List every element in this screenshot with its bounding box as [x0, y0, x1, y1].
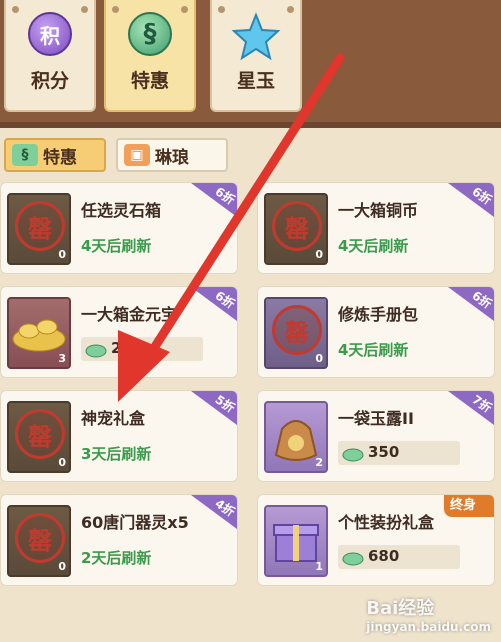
gold-ingot-icon — [12, 319, 66, 352]
item-thumbnail: 3 — [7, 297, 71, 369]
bolt-icon — [12, 6, 19, 13]
discount-badge: 6折 — [191, 287, 237, 321]
refresh-timer: 4天后刷新 — [81, 237, 152, 255]
discount-badge: 5折 — [191, 391, 237, 425]
subtab-special-offer-label: 特惠 — [43, 147, 77, 168]
shop-item-card[interactable]: 罄 0 一大箱铜币 4天后刷新 6折 — [257, 182, 495, 274]
item-thumbnail: 罄 0 — [264, 193, 328, 265]
price-value: 25 — [111, 339, 132, 357]
subtab-linlang-label: 琳琅 — [155, 147, 189, 168]
item-thumbnail: 罄 0 — [7, 401, 71, 473]
item-thumbnail: 罄 0 — [264, 297, 328, 369]
price-tag: 350 — [338, 441, 460, 465]
dragon-badge-icon: § — [128, 12, 172, 56]
refresh-timer: 4天后刷新 — [338, 341, 409, 359]
lifetime-badge: 终身 — [444, 495, 494, 517]
tab-points[interactable]: 积 积分 — [4, 0, 96, 112]
jade-currency-icon — [342, 547, 364, 567]
shop-item-card[interactable]: 罄 0 神宠礼盒 3天后刷新 5折 — [0, 390, 238, 482]
shop-item-card[interactable]: 3 一大箱金元宝 25 6折 — [0, 286, 238, 378]
item-count: 0 — [58, 456, 66, 469]
item-title: 任选灵石箱 — [81, 201, 162, 220]
item-title: 修炼手册包 — [338, 305, 419, 324]
item-count: 0 — [58, 248, 66, 261]
item-title: 个性装扮礼盒 — [338, 513, 435, 532]
shop-item-card[interactable]: 罄 0 任选灵石箱 4天后刷新 6折 — [0, 182, 238, 274]
star-jade-icon — [231, 12, 281, 62]
bolt-icon — [112, 6, 119, 13]
item-thumbnail: 罄 0 — [7, 193, 71, 265]
shop-item-card[interactable]: 2 一袋玉露II 350 7折 — [257, 390, 495, 482]
sold-out-stamp-icon: 罄 — [15, 201, 65, 251]
sold-out-stamp-icon: 罄 — [272, 305, 322, 355]
sold-out-stamp-icon: 罄 — [15, 409, 65, 459]
item-title: 一袋玉露II — [338, 409, 414, 428]
shop-item-card[interactable]: 罄 0 修炼手册包 4天后刷新 6折 — [257, 286, 495, 378]
refresh-timer: 3天后刷新 — [81, 445, 152, 463]
refresh-timer: 2天后刷新 — [81, 549, 152, 567]
jade-currency-icon — [85, 339, 107, 359]
bolt-icon — [287, 6, 294, 13]
subtab-special-offer[interactable]: § 特惠 — [4, 138, 106, 172]
watermark: Bai经验 jingyan.baidu.com — [366, 598, 491, 634]
item-thumbnail: 罄 0 — [7, 505, 71, 577]
shop-item-card[interactable]: 1 个性装扮礼盒 680 终身 — [257, 494, 495, 586]
bolt-icon — [181, 6, 188, 13]
dragon-small-icon: § — [12, 144, 38, 166]
item-count: 0 — [58, 560, 66, 573]
item-title: 神宠礼盒 — [81, 409, 146, 428]
tab-star-jade[interactable]: 星玉 — [210, 0, 302, 112]
subtab-linlang[interactable]: ▣ 琳琅 — [116, 138, 228, 172]
points-coin-icon: 积 — [28, 12, 72, 56]
item-count: 3 — [58, 352, 66, 365]
sold-out-stamp-icon: 罄 — [15, 513, 65, 563]
item-count: 0 — [315, 352, 323, 365]
discount-badge: 4折 — [191, 495, 237, 529]
item-count: 0 — [315, 248, 323, 261]
tab-special-offer-label: 特惠 — [130, 70, 169, 92]
card-icon: ▣ — [124, 144, 150, 166]
tab-points-label: 积分 — [30, 70, 69, 92]
price-tag: 25 — [81, 337, 203, 361]
item-count: 2 — [315, 456, 323, 469]
bolt-icon — [81, 6, 88, 13]
price-value: 350 — [368, 443, 400, 461]
sold-out-stamp-icon: 罄 — [272, 201, 322, 251]
item-title: 一大箱金元宝 — [81, 305, 178, 324]
jade-currency-icon — [342, 443, 364, 463]
price-value: 680 — [368, 547, 400, 565]
discount-badge: 6折 — [191, 183, 237, 217]
price-tag: 680 — [338, 545, 460, 569]
refresh-timer: 4天后刷新 — [338, 237, 409, 255]
item-title: 一大箱铜币 — [338, 201, 419, 220]
discount-badge: 7折 — [448, 391, 494, 425]
discount-badge: 6折 — [448, 287, 494, 321]
discount-badge: 6折 — [448, 183, 494, 217]
item-title: 60唐门器灵x5 — [81, 513, 189, 532]
tab-special-offer[interactable]: § 特惠 — [104, 0, 196, 112]
shop-item-card[interactable]: 罄 0 60唐门器灵x5 2天后刷新 4折 — [0, 494, 238, 586]
item-count: 1 — [315, 560, 323, 573]
item-thumbnail: 1 — [264, 505, 328, 577]
bolt-icon — [218, 6, 225, 13]
item-thumbnail: 2 — [264, 401, 328, 473]
tab-star-jade-label: 星玉 — [236, 70, 275, 92]
